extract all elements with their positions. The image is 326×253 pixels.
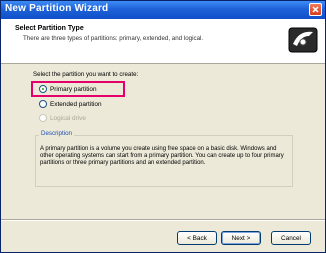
- wizard-window: New Partition Wizard Select Partition Ty…: [0, 0, 326, 253]
- radio-label: Logical drive: [50, 114, 86, 122]
- selection-highlight-box: [31, 81, 125, 97]
- close-icon: [312, 6, 319, 13]
- next-button[interactable]: Next >: [221, 231, 261, 245]
- back-button[interactable]: < Back: [177, 231, 217, 245]
- cancel-button[interactable]: Cancel: [271, 231, 311, 245]
- radio-logical-drive: Logical drive: [39, 114, 86, 122]
- radio-label: Extended partition: [50, 100, 102, 108]
- footer-divider: [1, 219, 325, 221]
- page-subtitle: There are three types of partitions: pri…: [23, 35, 204, 42]
- radio-button: [39, 114, 47, 122]
- radio-extended-partition[interactable]: Extended partition: [39, 100, 102, 108]
- radio-button[interactable]: [39, 100, 47, 108]
- description-legend: Description: [39, 130, 74, 137]
- description-text: A primary partition is a volume you crea…: [40, 146, 284, 167]
- window-title: New Partition Wizard: [5, 3, 109, 14]
- close-button[interactable]: [309, 3, 322, 16]
- page-title: Select Partition Type: [15, 25, 84, 32]
- wizard-header: Select Partition Type There are three ty…: [1, 19, 325, 64]
- title-bar: New Partition Wizard: [1, 1, 325, 19]
- disk-partition-icon: [288, 27, 318, 53]
- instruction-text: Select the partition you want to create:: [33, 71, 139, 78]
